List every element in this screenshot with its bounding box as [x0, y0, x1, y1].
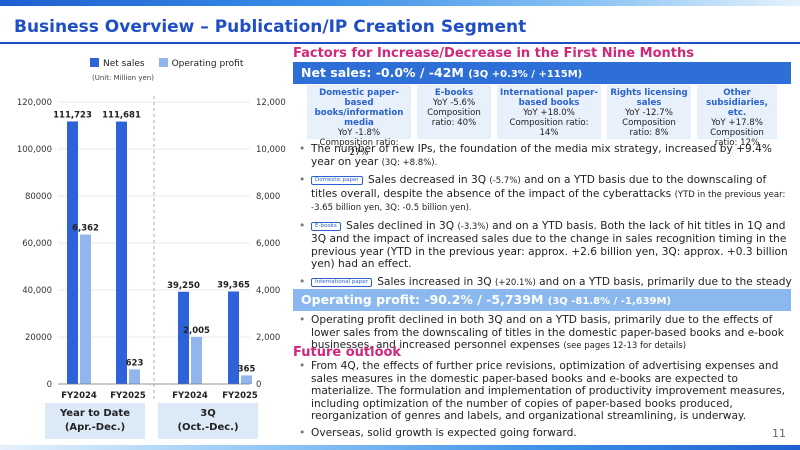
category-yoy: YoY -5.6% [432, 98, 476, 108]
right-axis-tick: 0 [256, 380, 261, 390]
bullet-text: Sales decreased in 3Q [368, 174, 487, 186]
operating-profit-main: Operating profit: -90.2% / -5,739M [301, 292, 544, 307]
period-3q-line2: (Oct.-Dec.) [177, 422, 239, 433]
category-label: FY2025 [222, 391, 258, 401]
net-sales-bar [67, 121, 78, 384]
operating-profit-header: Operating profit: -90.2% / -5,739M (3Q -… [293, 289, 791, 311]
outlook-bullets: From 4Q, the effects of further price re… [297, 360, 792, 444]
bullet-note: (-3.3%) [457, 221, 489, 232]
sales-profit-bar-chart: 120,000 12,000 100,000 10,000 80000 8,000 60,0… [17, 96, 286, 401]
operating-profit-data-label: 623 [126, 358, 144, 368]
category-card-domestic: Domestic paper-based books/information m… [307, 85, 411, 158]
category-name: International paper-based books [500, 88, 598, 108]
net-sales-bar [178, 291, 189, 384]
bullet-text: Sales declined in 3Q [346, 219, 455, 232]
category-ratio: Composition ratio: 40% [427, 108, 481, 128]
list-item: Domestic paper Sales decreased in 3Q (-5… [297, 174, 792, 215]
category-yoy: YoY -1.8% [337, 128, 381, 138]
category-yoy: YoY +17.8% [711, 118, 763, 128]
category-name: E-books [434, 88, 474, 98]
net-sales-data-label: 39,250 [167, 281, 200, 291]
tag-ebooks: E-books [311, 221, 341, 231]
tag-international-paper: International paper [311, 277, 372, 287]
net-sales-bullets: The number of new IPs, the foundation of… [297, 143, 792, 307]
header-gradient-band [0, 0, 800, 6]
list-item: Overseas, solid growth is expected going… [297, 427, 792, 440]
category-card-ebooks: E-books YoY -5.6% Composition ratio: 40% [417, 85, 491, 139]
operating-profit-data-label: 2,005 [183, 326, 210, 336]
operating-profit-bar [80, 234, 91, 384]
bullet-note: (-5.7%) [489, 176, 521, 186]
left-axis-tick: 40,000 [22, 286, 52, 296]
operating-profit-data-label: 365 [238, 364, 256, 374]
right-axis-tick: 2,000 [256, 333, 280, 343]
net-sales-bar [116, 121, 127, 384]
list-item: E-books Sales declined in 3Q (-3.3%) and… [297, 220, 792, 271]
operating-profit-bar [129, 369, 140, 384]
category-name: Rights licensing sales [610, 88, 688, 108]
net-sales-main: Net sales: -0.0% / -42M [301, 65, 464, 80]
left-axis-tick: 0 [47, 380, 52, 390]
period-ytd-box: Year to Date (Apr.-Dec.) [45, 403, 145, 439]
footer-gradient-band [0, 445, 800, 450]
category-ratio: Composition ratio: 14% [509, 118, 589, 138]
left-axis-tick: 120,000 [17, 98, 52, 108]
net-sales-sub: (3Q +0.3% / +115M) [468, 69, 583, 80]
category-name: Other subsidiaries, etc. [706, 88, 768, 118]
category-name: Domestic paper-based books/information m… [314, 88, 404, 128]
title-divider [0, 42, 800, 44]
list-item: From 4Q, the effects of further price re… [297, 360, 792, 423]
right-axis-tick: 12,000 [256, 98, 286, 108]
period-ytd-line1: Year to Date [59, 408, 130, 419]
net-sales-data-label: 111,681 [102, 111, 141, 121]
category-card-international: International paper-based books YoY +18.… [497, 85, 601, 139]
tag-domestic-paper: Domestic paper [311, 176, 363, 185]
operating-profit-bar [241, 375, 252, 384]
bullet-note: (+20.1%) [495, 277, 536, 288]
list-item: The number of new IPs, the foundation of… [297, 143, 792, 169]
period-3q-line1: 3Q [200, 408, 216, 419]
category-label: FY2024 [61, 391, 97, 401]
outlook-heading: Future outlook [293, 345, 402, 360]
period-3q-box: 3Q (Oct.-Dec.) [158, 403, 258, 439]
left-axis-tick: 80000 [25, 192, 52, 202]
bullet-text: Sales increased in 3Q [377, 275, 492, 288]
category-label: FY2024 [172, 391, 208, 401]
category-yoy: YoY -12.7% [625, 108, 673, 118]
net-sales-data-label: 39,365 [217, 280, 250, 290]
page-title: Business Overview – Publication/IP Creat… [14, 17, 527, 37]
net-sales-header: Net sales: -0.0% / -42M (3Q +0.3% / +115… [293, 62, 791, 84]
right-axis-tick: 6,000 [256, 239, 280, 249]
bullet-text: From 4Q, the effects of further price re… [311, 360, 785, 422]
bullet-note: (3Q: +8.8%). [381, 157, 438, 168]
right-axis-tick: 4,000 [256, 286, 280, 296]
bullet-note: (see pages 12-13 for details) [563, 341, 687, 351]
left-axis-tick: 20000 [25, 333, 52, 343]
bullet-text: The number of new IPs, the foundation of… [311, 143, 772, 168]
category-cards: Domestic paper-based books/information m… [307, 85, 777, 158]
operating-profit-bar [191, 336, 202, 384]
category-card-other: Other subsidiaries, etc. YoY +17.8% Comp… [697, 85, 777, 148]
left-axis-tick: 100,000 [17, 145, 52, 155]
page-number: 11 [772, 427, 786, 440]
category-label: FY2025 [110, 391, 146, 401]
operating-profit-data-label: 6,362 [72, 223, 99, 233]
net-sales-data-label: 111,723 [53, 110, 92, 120]
factors-heading: Factors for Increase/Decrease in the Fir… [293, 46, 694, 61]
category-ratio: Composition ratio: 8% [622, 118, 676, 138]
period-ytd-line2: (Apr.-Dec.) [64, 422, 126, 433]
category-yoy: YoY +18.0% [523, 108, 575, 118]
left-axis-tick: 60,000 [22, 239, 52, 249]
bullet-text: Overseas, solid growth is expected going… [311, 426, 577, 439]
operating-profit-sub: (3Q -81.8% / -1,639M) [547, 296, 672, 307]
right-axis-tick: 10,000 [256, 145, 286, 155]
category-card-rights: Rights licensing sales YoY -12.7% Compos… [607, 85, 691, 139]
right-axis-tick: 8,000 [256, 192, 280, 202]
